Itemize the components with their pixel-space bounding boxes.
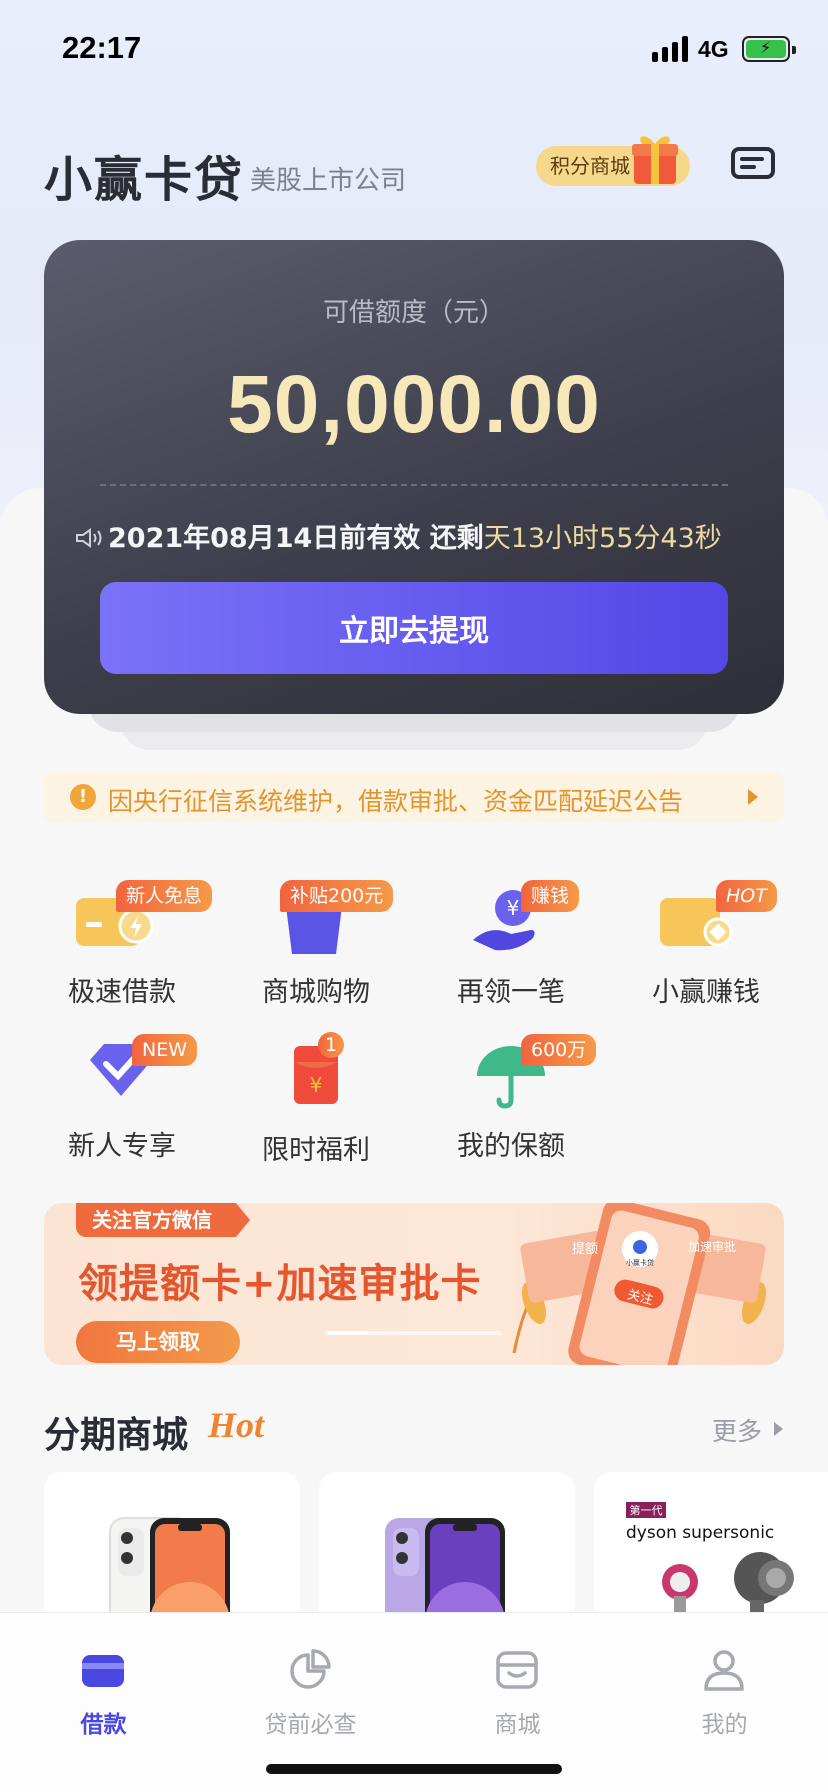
grid-label: 再领一笔	[457, 977, 565, 1008]
grid-label: 我的保额	[457, 1131, 565, 1162]
network-label: 4G	[698, 36, 729, 62]
pie-chart-icon	[290, 1649, 331, 1689]
battery-icon: ⚡	[742, 36, 796, 62]
hot-label: Hot	[208, 1405, 265, 1445]
credit-limit-label: 可借额度（元）	[322, 298, 505, 328]
badge-count: 1	[318, 1032, 344, 1058]
grid-item-new-user[interactable]: NEW 新人专享	[24, 1034, 220, 1164]
home-indicator	[266, 1764, 562, 1774]
credit-limit-amount: 50,000.00	[227, 359, 601, 450]
grid-label: 极速借款	[68, 977, 176, 1008]
claim-now-button[interactable]: 马上领取	[76, 1321, 240, 1363]
speaker-icon	[76, 528, 102, 548]
tab-mall[interactable]: 商城	[414, 1639, 621, 1739]
tab-me[interactable]: 我的	[621, 1639, 828, 1739]
more-link[interactable]: 更多	[712, 1412, 762, 1448]
grid-label: 新人专享	[68, 1131, 176, 1162]
card-icon	[82, 1655, 124, 1687]
app-title: 小赢卡贷	[44, 152, 245, 208]
red-envelope-icon: ¥	[294, 1046, 338, 1104]
grid-label: 小赢赚钱	[652, 977, 760, 1008]
badge-new-user-free: 新人免息	[116, 880, 213, 912]
tab-label: 借款	[80, 1712, 127, 1738]
tab-label: 我的	[701, 1712, 748, 1738]
signal-icon	[652, 36, 688, 62]
validity-text: 2021年08月14日前有效 还剩天13小时55分43秒	[74, 516, 774, 555]
tab-loan[interactable]: 借款	[0, 1639, 207, 1739]
announcement-bar[interactable]: ! 因央行征信系统维护，借款审批、资金匹配延迟公告	[44, 772, 784, 822]
badge-hot: HOT	[716, 880, 777, 912]
app-subtitle: 美股上市公司	[250, 166, 407, 196]
svg-text:¥: ¥	[310, 1073, 323, 1097]
tab-label: 贷前必查	[264, 1712, 357, 1738]
banner-tag: 关注官方微信	[76, 1203, 250, 1237]
badge-new: NEW	[132, 1034, 198, 1066]
badge-coverage-amount: 600万	[521, 1034, 597, 1066]
countdown-timer: 天13小时55分43秒	[483, 523, 722, 554]
grid-item-borrow-again[interactable]: ¥ 赚钱 再领一笔	[413, 880, 609, 1010]
status-time: 22:17	[62, 30, 142, 65]
grid-item-mall-shopping[interactable]: 补贴200元 商城购物	[218, 880, 414, 1010]
grid-label: 商城购物	[262, 977, 370, 1008]
withdraw-button[interactable]: 立即去提现	[100, 582, 728, 674]
svg-text:¥: ¥	[507, 896, 520, 920]
chevron-right-icon	[748, 789, 758, 805]
credit-limit-card: 可借额度（元） 50,000.00 2021年08月14日前有效 还剩天13小时…	[44, 240, 784, 714]
product-tag: 第一代	[630, 1503, 663, 1517]
product-brand: dyson supersonic	[626, 1523, 774, 1543]
grid-label: 限时福利	[262, 1135, 370, 1166]
grid-item-fast-loan[interactable]: 新人免息 极速借款	[24, 880, 220, 1010]
message-icon[interactable]	[730, 146, 776, 184]
phone-ticket-illustration: 提额 加速审批 关注 小赢卡贷	[512, 1203, 767, 1365]
tab-credit-check[interactable]: 贷前必查	[207, 1639, 414, 1739]
art-label-left: 提额	[572, 1241, 598, 1257]
chevron-right-icon[interactable]	[774, 1422, 783, 1436]
status-bar: 22:17 4G ⚡	[0, 0, 828, 100]
gift-icon[interactable]	[630, 130, 680, 186]
user-icon	[704, 1650, 744, 1691]
art-logo-text: 小赢卡贷	[626, 1258, 654, 1267]
banner-title: 领提额卡+加速审批卡	[78, 1261, 482, 1307]
announcement-text: 因央行征信系统维护，借款审批、资金匹配延迟公告	[108, 787, 684, 816]
carousel-indicator	[326, 1331, 502, 1335]
grid-item-limited-benefits[interactable]: ¥ 1 限时福利	[218, 1032, 414, 1166]
badge-subsidy: 补贴200元	[280, 880, 394, 912]
store-icon	[496, 1651, 538, 1689]
badge-earn: 赚钱	[521, 880, 580, 912]
validity-date: 2021年08月14日前有效 还剩	[108, 523, 484, 554]
grid-item-my-coverage[interactable]: 600万 我的保额	[413, 1034, 609, 1164]
tab-label: 商城	[494, 1712, 541, 1738]
mall-section-title: 分期商城	[44, 1415, 189, 1456]
card-divider	[100, 484, 728, 486]
promo-banner[interactable]: 关注官方微信 领提额卡+加速审批卡 马上领取 提额 加速审批 关注 小赢卡贷	[44, 1203, 784, 1365]
grid-item-earn-money[interactable]: HOT 小赢赚钱	[608, 880, 804, 1010]
art-label-right: 加速审批	[688, 1239, 736, 1254]
alert-icon: !	[70, 784, 96, 810]
